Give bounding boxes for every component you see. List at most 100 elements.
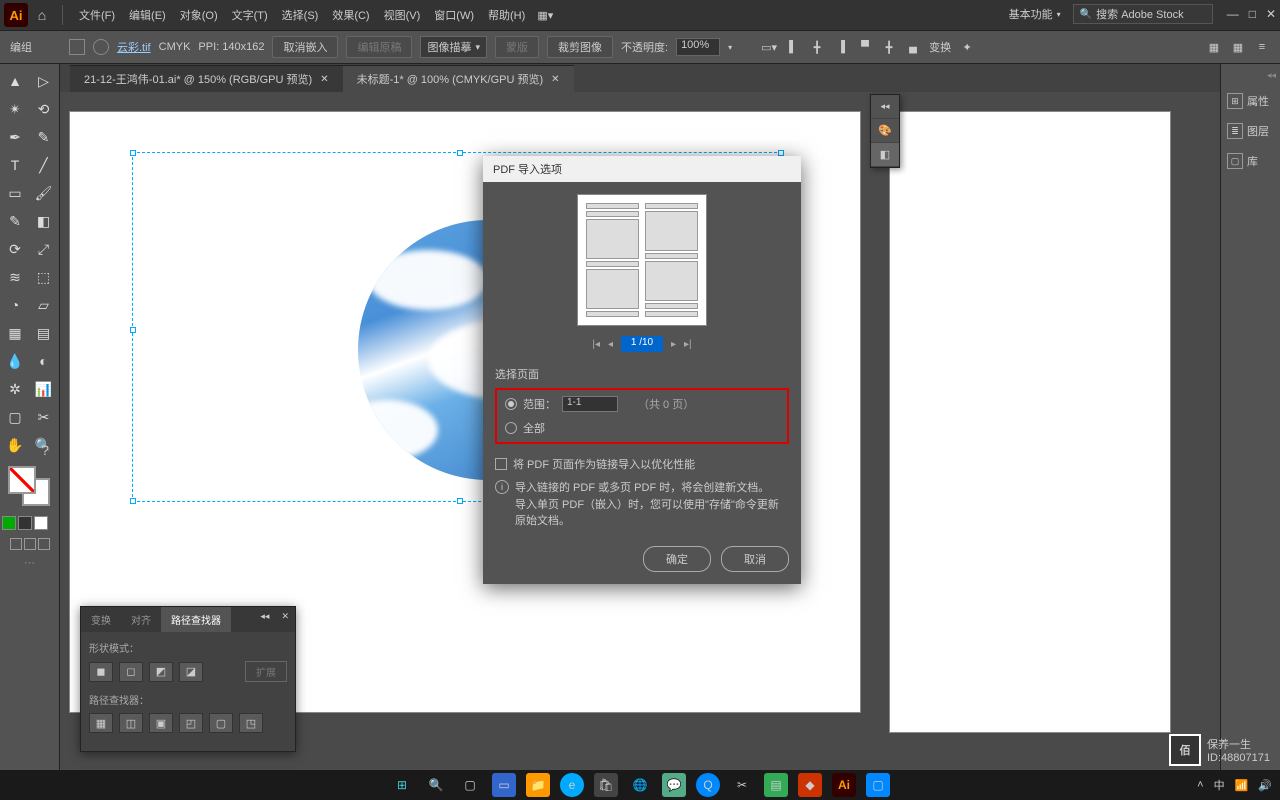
blend-tool-icon[interactable]: ◐ — [31, 348, 57, 374]
arrange-icon[interactable]: ▦▾ — [537, 7, 553, 23]
column-graph-tool-icon[interactable]: 📊 — [31, 376, 57, 402]
cancel-button[interactable]: 取消 — [721, 546, 789, 572]
color-wheel-icon[interactable]: 🎨 — [871, 119, 899, 143]
fill-stroke-indicator[interactable]: ? — [2, 466, 57, 512]
image-trace-dropdown[interactable]: 图像描摹 — [420, 36, 487, 58]
menu-object[interactable]: 对象(O) — [180, 7, 218, 23]
tray-up-icon[interactable]: ˄ — [1197, 779, 1203, 791]
panel-menu-icon[interactable]: ≡ — [1254, 39, 1270, 55]
prev-page-icon[interactable]: ◂ — [608, 339, 613, 350]
align-top-icon[interactable]: ▀ — [857, 39, 873, 55]
help-icon[interactable]: ? — [41, 442, 49, 458]
outline-icon[interactable]: ▢ — [209, 713, 233, 733]
linked-file-name[interactable]: 云彩.tif — [117, 39, 151, 55]
opacity-input[interactable]: 100% — [676, 38, 720, 56]
free-transform-tool-icon[interactable]: ⬚ — [31, 264, 57, 290]
align-dropdown-icon[interactable]: ▭▾ — [761, 39, 777, 55]
lasso-tool-icon[interactable]: ⟲ — [31, 96, 57, 122]
menu-help[interactable]: 帮助(H) — [488, 7, 525, 23]
color-swatch-green[interactable] — [2, 516, 16, 530]
rotate-tool-icon[interactable]: ⟳ — [2, 236, 28, 262]
search-stock-input[interactable]: 🔍 搜索 Adobe Stock — [1073, 4, 1213, 24]
unembed-button[interactable]: 取消嵌入 — [272, 36, 338, 58]
all-pages-radio[interactable] — [505, 422, 517, 434]
menu-edit[interactable]: 编辑(E) — [129, 7, 166, 23]
menu-view[interactable]: 视图(V) — [384, 7, 421, 23]
system-tray[interactable]: ˄ 中 📶 🔊 — [1197, 777, 1272, 793]
minus-front-icon[interactable]: ◻ — [119, 662, 143, 682]
collapse-panel-icon[interactable]: ◂◂ — [254, 607, 275, 632]
normal-screen-icon[interactable] — [10, 538, 22, 550]
properties-panel-button[interactable]: ⊞属性 — [1225, 91, 1276, 111]
page-number-input[interactable]: 1 /10 — [621, 336, 663, 352]
pen-tool-icon[interactable]: ✒ — [2, 124, 28, 150]
minus-back-icon[interactable]: ◳ — [239, 713, 263, 733]
first-page-icon[interactable]: |◂ — [592, 339, 600, 350]
crop-image-button[interactable]: 裁剪图像 — [547, 36, 613, 58]
unite-icon[interactable]: ◼ — [89, 662, 113, 682]
qq-icon[interactable]: Q — [696, 773, 720, 797]
window-max-icon[interactable]: □ — [1249, 7, 1256, 21]
app-icon[interactable]: ▤ — [764, 773, 788, 797]
align-tab[interactable]: 对齐 — [121, 607, 161, 632]
start-icon[interactable]: ⊞ — [390, 773, 414, 797]
task-view-icon[interactable]: ▢ — [458, 773, 482, 797]
chrome-icon[interactable]: 🌐 — [628, 773, 652, 797]
gradient-tool-icon[interactable]: ▤ — [31, 320, 57, 346]
libraries-panel-button[interactable]: ▢库 — [1225, 151, 1276, 171]
rectangle-tool-icon[interactable]: ▭ — [2, 180, 28, 206]
artboard-tool-icon[interactable]: ▢ — [2, 404, 28, 430]
snip-icon[interactable]: ✂ — [730, 773, 754, 797]
align-hcenter-icon[interactable]: ╋ — [809, 39, 825, 55]
intersect-icon[interactable]: ◩ — [149, 662, 173, 682]
wechat-icon[interactable]: 💬 — [662, 773, 686, 797]
panel-set2-icon[interactable]: ▦ — [1230, 39, 1246, 55]
crop-pf-icon[interactable]: ◰ — [179, 713, 203, 733]
width-tool-icon[interactable]: ≋ — [2, 264, 28, 290]
full-screen-icon[interactable] — [24, 538, 36, 550]
close-panel-icon[interactable]: ✕ — [275, 607, 295, 632]
magic-wand-tool-icon[interactable]: ✴ — [2, 96, 28, 122]
line-tool-icon[interactable]: ╱ — [31, 152, 57, 178]
fill-swatch-icon[interactable] — [69, 39, 85, 55]
ime-icon[interactable]: 中 — [1214, 777, 1225, 793]
last-page-icon[interactable]: ▸| — [684, 339, 692, 350]
direct-selection-tool-icon[interactable]: ▷ — [31, 68, 57, 94]
type-tool-icon[interactable]: T — [2, 152, 28, 178]
presentation-icon[interactable] — [38, 538, 50, 550]
scale-tool-icon[interactable]: ⤢ — [31, 236, 57, 262]
panel-set1-icon[interactable]: ▦ — [1206, 39, 1222, 55]
selection-tool-icon[interactable]: ▲ — [2, 68, 28, 94]
pathfinder-tab[interactable]: 路径查找器 — [161, 607, 231, 632]
shaper-tool-icon[interactable]: ✎ — [2, 208, 28, 234]
range-input[interactable]: 1-1 — [562, 396, 618, 412]
color-swatch-none[interactable] — [34, 516, 48, 530]
slice-tool-icon[interactable]: ✂ — [31, 404, 57, 430]
window-min-icon[interactable]: — — [1227, 7, 1239, 21]
store-icon[interactable]: 🛍 — [594, 773, 618, 797]
edit-toolbar-icon[interactable]: ⋯ — [2, 556, 57, 569]
exclude-icon[interactable]: ◪ — [179, 662, 203, 682]
illustrator-taskbar-icon[interactable]: Ai — [832, 773, 856, 797]
workspace-switcher[interactable]: 基本功能▾ — [1003, 4, 1067, 24]
isolate-icon[interactable]: ✦ — [959, 39, 975, 55]
ok-button[interactable]: 确定 — [643, 546, 711, 572]
network-icon[interactable]: 📶 — [1235, 779, 1249, 792]
explorer-icon[interactable]: 📁 — [526, 773, 550, 797]
collapse-dock-icon[interactable]: ◂◂ — [1225, 70, 1276, 81]
range-radio[interactable] — [505, 398, 517, 410]
eraser-tool-icon[interactable]: ◧ — [31, 208, 57, 234]
menu-text[interactable]: 文字(T) — [232, 7, 268, 23]
mesh-tool-icon[interactable]: ▦ — [2, 320, 28, 346]
link-pdf-checkbox[interactable] — [495, 458, 507, 470]
align-right-icon[interactable]: ▐ — [833, 39, 849, 55]
edge-icon[interactable]: e — [560, 773, 584, 797]
curvature-tool-icon[interactable]: ✎ — [31, 124, 57, 150]
menu-window[interactable]: 窗口(W) — [434, 7, 474, 23]
layers-panel-button[interactable]: ≣图层 — [1225, 121, 1276, 141]
app3-icon[interactable]: ▢ — [866, 773, 890, 797]
next-page-icon[interactable]: ▸ — [671, 339, 676, 350]
shape-builder-tool-icon[interactable]: ◔ — [2, 292, 28, 318]
stroke-swatch-icon[interactable] — [93, 39, 109, 55]
trim-icon[interactable]: ◫ — [119, 713, 143, 733]
